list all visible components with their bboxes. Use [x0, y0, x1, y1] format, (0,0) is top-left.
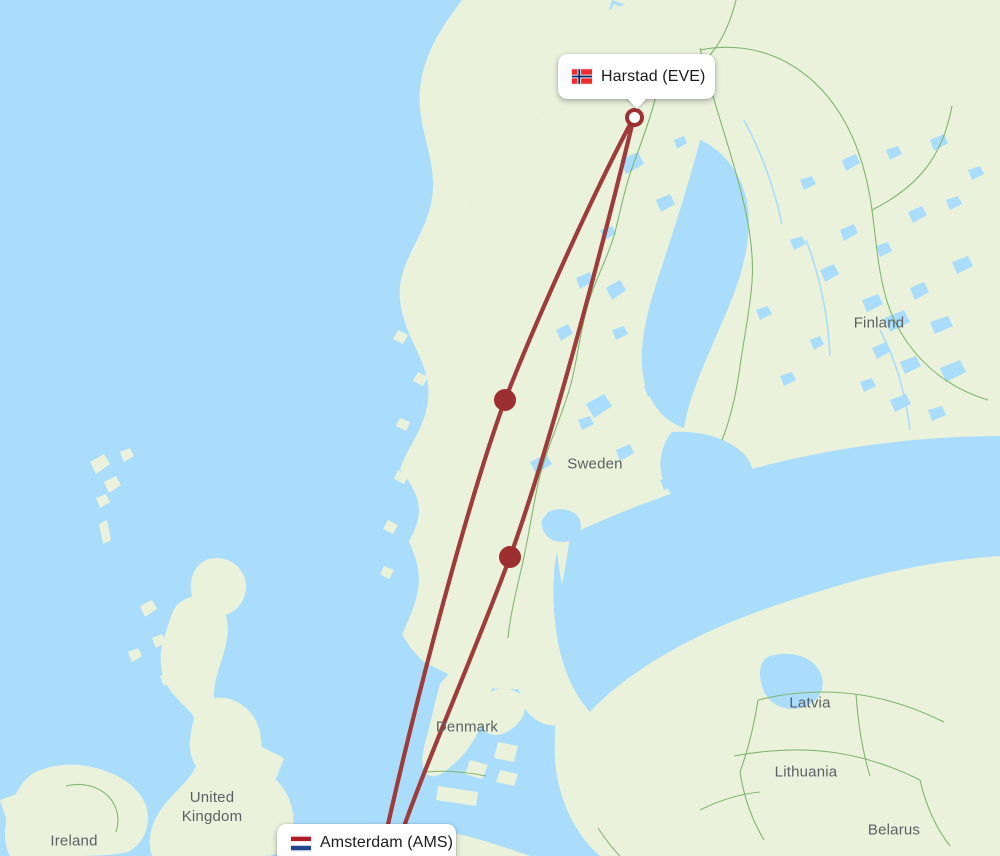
tooltip-tail: [625, 97, 648, 109]
route-via-oslo[interactable]: [391, 114, 637, 856]
route-layer: [378, 114, 637, 856]
tooltip-amsterdam[interactable]: Amsterdam (AMS): [277, 824, 456, 856]
netherlands-flag-icon: [291, 836, 311, 850]
tooltip-harstad-label: Harstad (EVE): [601, 67, 706, 85]
norway-flag-icon: [572, 69, 592, 84]
endpoint-marker-harstad[interactable]: [624, 107, 644, 127]
stopover-marker-trondheim[interactable]: [494, 389, 516, 411]
tooltip-amsterdam-label: Amsterdam (AMS): [320, 834, 454, 851]
flight-route-map[interactable]: .land { fill:#eaf2dc; } .land2 { fill:#e…: [0, 0, 1000, 856]
tooltip-harstad[interactable]: Harstad (EVE): [558, 54, 715, 109]
stopover-marker-oslo[interactable]: [499, 546, 521, 568]
route-via-trondheim[interactable]: [378, 114, 637, 856]
